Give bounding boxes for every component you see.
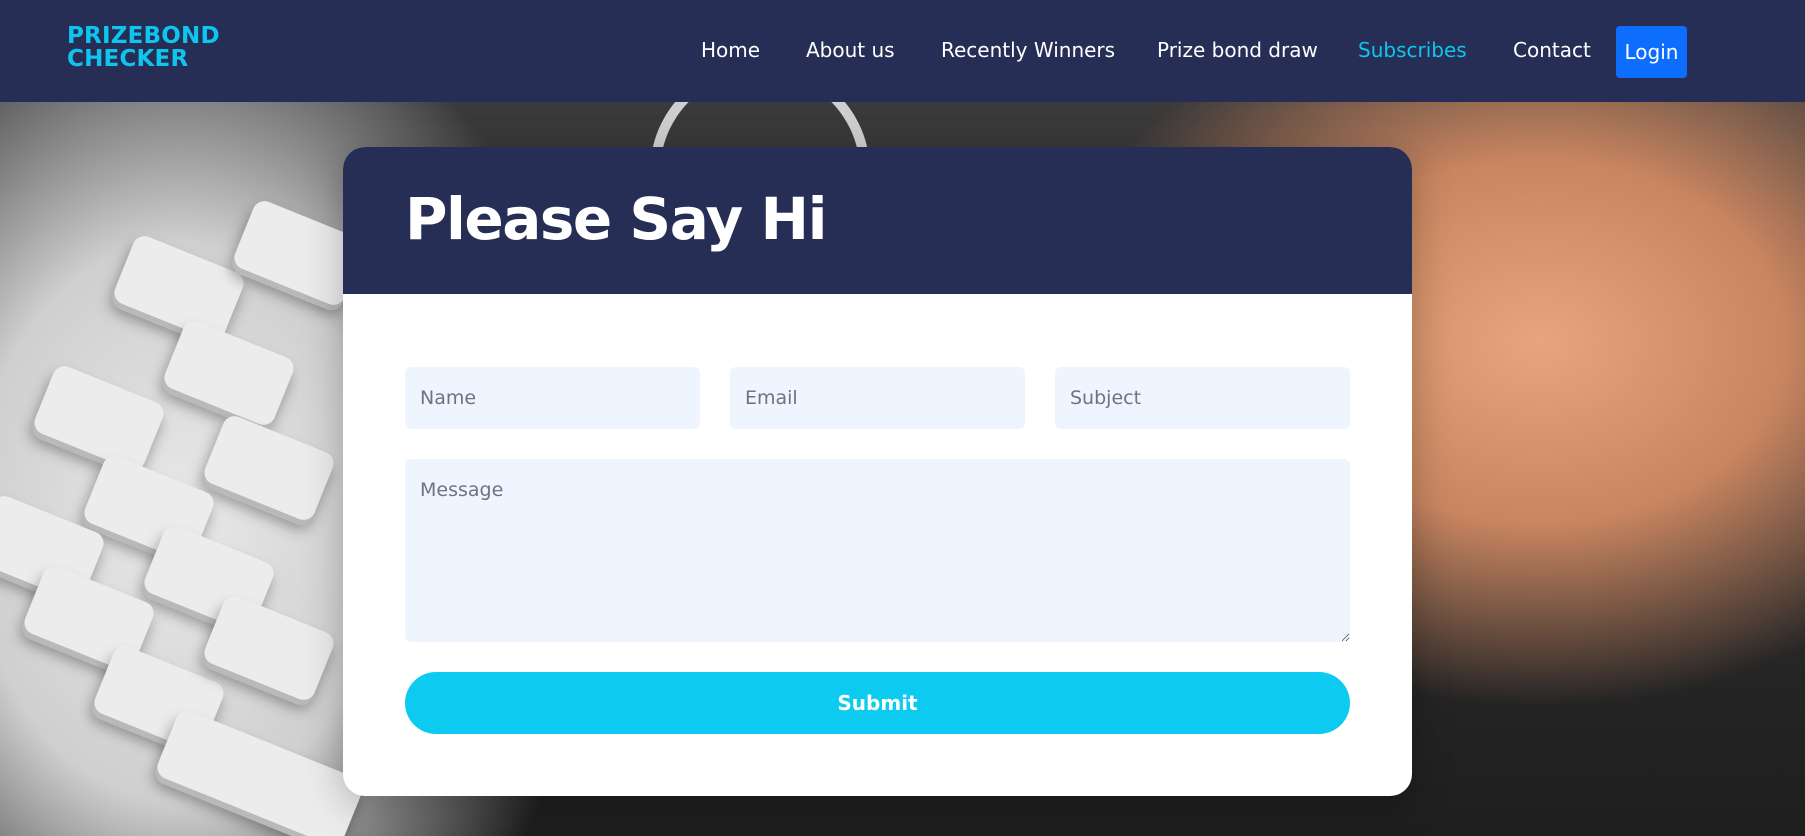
- keyboard-key: [153, 707, 367, 836]
- top-navbar: PRIZEBOND CHECKER Home About us Recently…: [0, 0, 1805, 102]
- login-button[interactable]: Login: [1616, 26, 1687, 78]
- keyboard-key: [30, 362, 168, 474]
- form-title: Please Say Hi: [405, 185, 827, 253]
- nav-recently-winners[interactable]: Recently Winners: [941, 38, 1115, 62]
- nav-about-us[interactable]: About us: [806, 38, 895, 62]
- nav-subscribes[interactable]: Subscribes: [1358, 38, 1467, 62]
- main-nav: Home About us Recently Winners Prize bon…: [0, 0, 1805, 102]
- email-input[interactable]: [730, 367, 1025, 429]
- submit-button[interactable]: Submit: [405, 672, 1350, 734]
- card-header: Please Say Hi: [343, 147, 1412, 294]
- subject-input[interactable]: [1055, 367, 1350, 429]
- keyboard-key: [110, 232, 248, 344]
- nav-contact[interactable]: Contact: [1513, 38, 1591, 62]
- nav-prize-bond-draw[interactable]: Prize bond draw: [1157, 38, 1318, 62]
- name-input[interactable]: [405, 367, 700, 429]
- contact-form-card: Please Say Hi Submit: [343, 147, 1412, 796]
- keyboard-key: [200, 412, 338, 524]
- nav-home[interactable]: Home: [701, 38, 760, 62]
- keyboard-key: [160, 317, 298, 429]
- message-textarea[interactable]: [405, 459, 1350, 642]
